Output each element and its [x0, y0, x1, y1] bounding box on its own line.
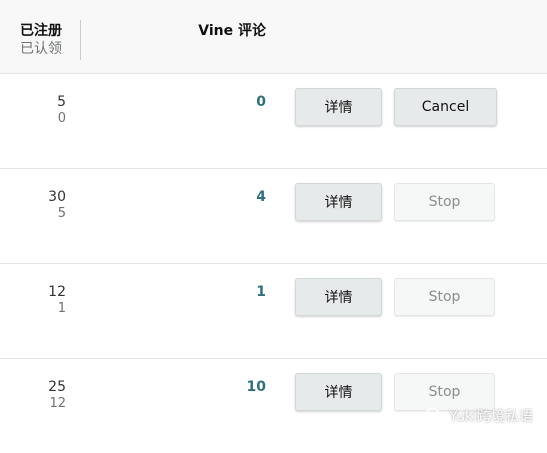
vine-reviews-header: Vine 评论: [198, 23, 266, 39]
registered-count: 30: [48, 189, 66, 205]
table-row: 5 0 0 详情 Cancel: [0, 74, 547, 169]
registered-claimed-header: 已注册 已认领: [20, 22, 62, 58]
table-row: 12 1 1 详情 Stop: [0, 264, 547, 359]
claimed-count: 12: [49, 396, 66, 411]
details-button[interactable]: 详情: [295, 373, 382, 411]
claimed-count: 1: [57, 301, 66, 316]
stop-button[interactable]: Stop: [394, 278, 495, 316]
claimed-count: 0: [57, 111, 66, 126]
registered-count: 12: [48, 284, 66, 300]
claimed-header: 已认领: [20, 41, 62, 57]
vine-reviews-count[interactable]: 0: [256, 94, 266, 111]
stop-button[interactable]: Stop: [394, 183, 495, 221]
table-row: 30 5 4 详情 Stop: [0, 169, 547, 264]
vine-reviews-count[interactable]: 1: [256, 284, 266, 301]
claimed-count: 5: [57, 206, 66, 221]
cancel-button[interactable]: Cancel: [394, 88, 497, 126]
details-button[interactable]: 详情: [295, 88, 382, 126]
vine-reviews-count[interactable]: 10: [247, 379, 266, 396]
vine-reviews-count[interactable]: 4: [256, 189, 266, 206]
watermark-text: Yuki跨境私语: [449, 409, 533, 425]
details-button[interactable]: 详情: [295, 278, 382, 316]
details-button[interactable]: 详情: [295, 183, 382, 221]
registered-header: 已注册: [20, 23, 62, 39]
table-header: 已注册 已认领 Vine 评论: [0, 0, 547, 74]
column-divider: [80, 20, 81, 60]
watermark: Yuki跨境私语: [425, 406, 533, 426]
wechat-icon: [425, 408, 445, 424]
registered-count: 5: [57, 94, 66, 110]
registered-count: 25: [48, 379, 66, 395]
